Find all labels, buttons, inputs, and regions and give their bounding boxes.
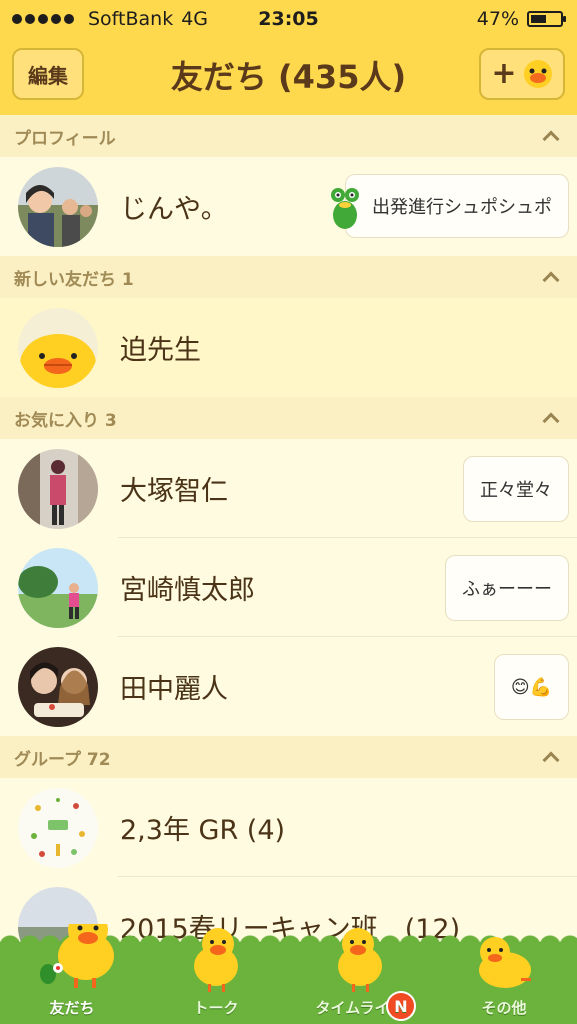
avatar [18, 787, 98, 868]
status-message-text: 正々堂々 [480, 480, 552, 501]
avatar [18, 307, 98, 388]
status-message[interactable]: ふぁーーー [445, 555, 569, 621]
friend-list[interactable]: プロフィール じんや。 出発進行シュポシュポ 新しい友だち 1 迫先生 お気に入… [0, 115, 577, 976]
tab-label: 友だち [49, 999, 95, 1017]
list-item[interactable]: 大塚智仁 正々堂々 [0, 439, 577, 538]
group-name: 2,3年 GR (4) [120, 815, 286, 846]
section-title: 新しい友だち 1 [14, 269, 134, 290]
tab-friends[interactable]: 友だち [0, 924, 144, 1018]
friend-name: 大塚智仁 [120, 476, 228, 507]
profile-row[interactable]: じんや。 出発進行シュポシュポ [0, 157, 577, 256]
status-message-text: 😊💪 [510, 676, 552, 698]
status-right: 47% [476, 8, 566, 30]
sally-chick-icon [523, 60, 552, 88]
list-item[interactable]: 2,3年 GR (4) [0, 778, 577, 877]
status-message[interactable]: 😊💪 [493, 654, 569, 720]
tab-label: トーク [193, 999, 239, 1017]
section-title: グループ 72 [14, 749, 111, 770]
section-header-favorites[interactable]: お気に入り 3 [0, 397, 577, 439]
battery-percent: 47% [476, 8, 519, 30]
tab-more[interactable]: その他 [432, 937, 576, 1018]
tab-talk[interactable]: トーク [144, 928, 288, 1018]
friend-name: 田中麗人 [120, 674, 228, 705]
chick-icon [338, 928, 382, 992]
friend-name: 宮崎慎太郎 [120, 575, 255, 606]
frog-sticker-icon [331, 188, 359, 229]
avatar [18, 166, 98, 247]
chevron-up-icon[interactable] [541, 409, 559, 427]
chevron-up-icon[interactable] [541, 127, 559, 145]
section-header-profile[interactable]: プロフィール [0, 115, 577, 157]
battery-icon [527, 11, 566, 27]
section-title: プロフィール [14, 128, 116, 149]
chick-icon [40, 924, 114, 988]
list-item[interactable]: 宮崎慎太郎 ふぁーーー [0, 538, 577, 637]
tab-bar[interactable]: 友だち トーク N タイムライン その他 [0, 924, 577, 1024]
status-message-text: 出発進行シュポシュポ [372, 197, 552, 218]
chevron-up-icon[interactable] [541, 268, 559, 286]
top-bar: SoftBank 4G 23:05 47% 編集 友だち (435人) + [0, 0, 577, 116]
avatar [18, 547, 98, 628]
friend-name: 迫先生 [120, 335, 201, 366]
list-item[interactable]: 迫先生 [0, 298, 577, 397]
avatar [18, 448, 98, 529]
status-message[interactable]: 出発進行シュポシュポ [331, 174, 569, 238]
add-friend-button[interactable]: + [479, 48, 565, 100]
profile-name: じんや。 [120, 194, 228, 225]
tab-timeline[interactable]: N タイムライン [288, 928, 432, 1021]
notification-badge: N [386, 991, 416, 1021]
section-title: お気に入り 3 [14, 410, 117, 431]
status-message-text: ふぁーーー [462, 579, 552, 600]
tab-label: その他 [481, 999, 527, 1017]
list-item[interactable]: 田中麗人 😊💪 [0, 637, 577, 736]
chick-icon [194, 928, 238, 992]
status-message[interactable]: 正々堂々 [463, 456, 569, 522]
status-bar: SoftBank 4G 23:05 47% [0, 0, 577, 38]
section-header-new-friends[interactable]: 新しい友だち 1 [0, 256, 577, 298]
section-header-groups[interactable]: グループ 72 [0, 736, 577, 778]
chick-icon [479, 937, 531, 988]
plus-icon: + [491, 56, 517, 91]
chevron-up-icon[interactable] [541, 748, 559, 766]
avatar [18, 646, 98, 727]
